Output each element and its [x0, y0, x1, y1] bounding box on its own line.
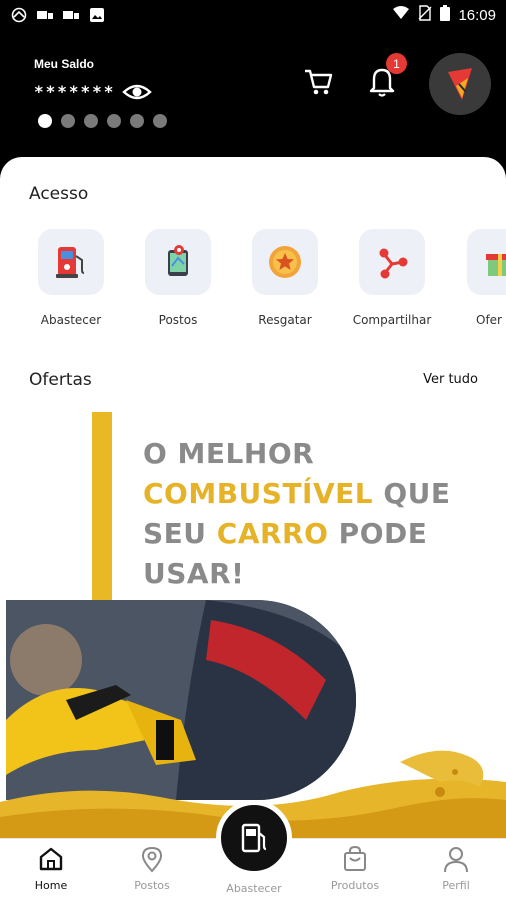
carousel-dot[interactable] [84, 114, 98, 128]
no-sim-icon [418, 5, 432, 25]
nav-label: Perfil [442, 879, 470, 892]
main-content: Acesso Abastecer Postos Resgatar Compart… [0, 157, 506, 847]
balance-value: ******* [34, 82, 116, 101]
battery-icon [440, 5, 451, 25]
cart-icon [305, 69, 333, 95]
carousel-dot[interactable] [130, 114, 144, 128]
quick-access-compartilhar[interactable] [359, 229, 425, 295]
fuel-pump-icon [241, 823, 267, 853]
home-icon [39, 847, 63, 871]
carousel-dot[interactable] [38, 114, 52, 128]
notification-icon-2 [62, 7, 80, 23]
quick-access-label: Ofer [476, 313, 502, 327]
banner-text-part: QUE [373, 477, 451, 510]
eye-icon [122, 84, 152, 100]
banner-highlight: CARRO [216, 517, 329, 550]
avatar[interactable] [429, 53, 491, 115]
abastecer-fab-button[interactable] [216, 800, 292, 876]
acesso-section-title: Acesso [29, 184, 89, 204]
banner-accent-bar [92, 412, 112, 602]
nav-label: Home [34, 879, 68, 892]
carousel-dot[interactable] [61, 114, 75, 128]
carousel-indicator [38, 114, 167, 128]
wifi-icon [392, 6, 410, 24]
notification-icon-1 [36, 7, 54, 23]
system-logo-icon [10, 7, 28, 23]
banner-text-part: PODE [328, 517, 428, 550]
quick-access-label: Postos [158, 313, 198, 327]
banner-line: COMBUSTÍVEL QUE [143, 474, 451, 514]
quick-access-postos[interactable] [145, 229, 211, 295]
banner-text-part: SEU [143, 517, 217, 550]
nav-label: Abastecer [226, 882, 282, 895]
fuel-pump-icon [56, 247, 85, 278]
nav-label: Postos [134, 879, 170, 892]
carousel-dot[interactable] [153, 114, 167, 128]
brand-logo-icon [448, 68, 472, 100]
status-time: 16:09 [458, 6, 496, 24]
offer-banner[interactable]: O MELHOR COMBUSTÍVEL QUE SEU CARRO PODE … [0, 412, 506, 847]
quick-access-label: Abastecer [40, 313, 102, 327]
quick-access-abastecer[interactable] [38, 229, 104, 295]
cart-button[interactable] [302, 66, 334, 98]
nav-produtos[interactable]: Produtos [315, 845, 395, 892]
nav-postos[interactable]: Postos [112, 845, 192, 892]
quick-access-label: Resgatar [258, 313, 312, 327]
map-pin-icon [141, 846, 163, 873]
status-bar: 16:09 [0, 0, 506, 30]
coin-star-icon [269, 246, 301, 278]
image-icon [88, 7, 106, 23]
see-all-offers-link[interactable]: Ver tudo [423, 372, 478, 387]
nav-home[interactable]: Home [11, 845, 91, 892]
gift-icon [486, 254, 506, 276]
banner-highlight: COMBUSTÍVEL [143, 477, 374, 510]
banner-line: SEU CARRO PODE [143, 514, 451, 554]
shopping-bag-icon [344, 845, 366, 871]
nav-perfil[interactable]: Perfil [416, 845, 496, 892]
banner-headline: O MELHOR COMBUSTÍVEL QUE SEU CARRO PODE … [143, 434, 451, 594]
map-pin-icon [168, 245, 188, 276]
banner-line: O MELHOR [143, 437, 315, 470]
carousel-dot[interactable] [107, 114, 121, 128]
user-icon [444, 847, 468, 873]
quick-access-ofertas[interactable] [467, 229, 506, 295]
banner-line: USAR! [143, 557, 245, 590]
share-icon [379, 248, 408, 279]
toggle-balance-visibility-button[interactable] [122, 79, 152, 105]
quick-access-resgatar[interactable] [252, 229, 318, 295]
balance-label: Meu Saldo [34, 57, 95, 71]
app-screen: 16:09 Meu Saldo ******* 1 Acesso Abastec… [0, 0, 506, 900]
ofertas-section-title: Ofertas [29, 370, 92, 390]
nav-label: Produtos [330, 879, 380, 892]
notification-count-badge: 1 [386, 53, 407, 74]
quick-access-label: Compartilhar [352, 313, 432, 327]
